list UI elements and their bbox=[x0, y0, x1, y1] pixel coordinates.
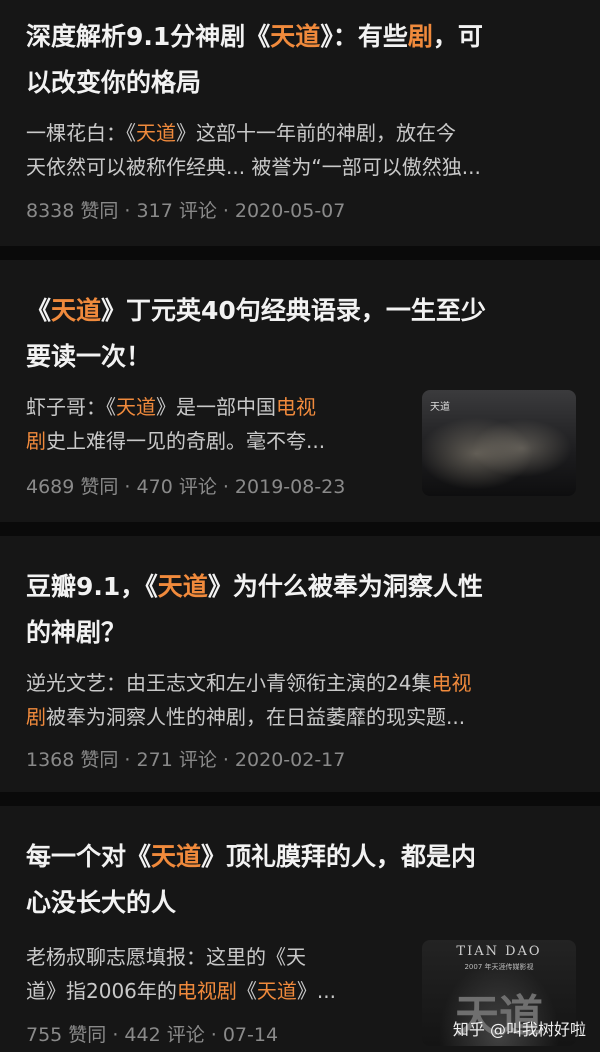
answer-title[interactable]: 每一个对《天道》顶礼膜拜的人，都是内 心没长大的人 bbox=[26, 834, 578, 926]
answer-meta: 755 赞同 · 442 评论 · 07-14 bbox=[26, 1024, 279, 1046]
text-segment: 老杨叔聊志愿填报：这里的《天 bbox=[26, 945, 306, 969]
excerpt-line: 一棵花白：《天道》这部十一年前的神剧，放在今 bbox=[26, 116, 578, 150]
answer-meta: 1368 赞同 · 271 评论 · 2020-02-17 bbox=[26, 749, 346, 771]
highlight-keyword: 天道 bbox=[136, 121, 176, 145]
text-segment: 一棵花白：《 bbox=[26, 121, 136, 145]
answer-card[interactable]: 深度解析9.1分神剧《天道》：有些剧，可 以改变你的格局 一棵花白：《天道》这部… bbox=[0, 0, 600, 246]
excerpt-line: 天依然可以被称作经典... 被誉为“一部可以傲然独... bbox=[26, 150, 578, 184]
title-line: 《天道》丁元英40句经典语录，一生至少 bbox=[26, 288, 578, 334]
thumbnail-subcaption: 2007 年天涯传媒影视 bbox=[464, 963, 534, 971]
highlight-keyword: 天道 bbox=[256, 979, 297, 1003]
answer-meta: 8338 赞同 · 317 评论 · 2020-05-07 bbox=[26, 200, 346, 222]
answer-excerpt: 一棵花白：《天道》这部十一年前的神剧，放在今 天依然可以被称作经典... 被誉为… bbox=[26, 116, 578, 184]
text-segment: 道》指2006年的 bbox=[26, 979, 177, 1003]
text-segment: 要读一次！ bbox=[26, 342, 152, 371]
title-line: 以改变你的格局 bbox=[26, 60, 578, 106]
highlight-keyword: 剧 bbox=[407, 22, 433, 51]
text-segment: 天依然可以被称作经典... 被誉为“一部可以傲然独... bbox=[26, 155, 481, 179]
title-line: 深度解析9.1分神剧《天道》：有些剧，可 bbox=[26, 14, 578, 60]
highlight-keyword: 天道 bbox=[270, 22, 321, 51]
text-segment: 以改变你的格局 bbox=[26, 68, 202, 97]
answer-excerpt: 虾子哥：《天道》是一部中国电视 剧史上难得一见的奇剧。毫不夸... bbox=[26, 390, 410, 458]
text-segment: 》丁元英40句经典语录，一生至少 bbox=[101, 296, 486, 325]
card-divider bbox=[0, 792, 600, 806]
text-segment: 》是一部中国 bbox=[156, 395, 276, 419]
text-segment: 》这部十一年前的神剧，放在今 bbox=[176, 121, 456, 145]
text-segment: 《 bbox=[236, 979, 257, 1003]
text-segment: 《 bbox=[26, 296, 52, 325]
answer-title[interactable]: 豆瓣9.1，《天道》为什么被奉为洞察人性 的神剧？ bbox=[26, 564, 578, 656]
text-segment: 心没长大的人 bbox=[26, 888, 177, 917]
text-segment: 》顶礼膜拜的人，都是内 bbox=[201, 842, 477, 871]
highlight-keyword: 剧 bbox=[26, 705, 46, 729]
text-segment: 被奉为洞察人性的神剧，在日益萎靡的现实题... bbox=[46, 705, 466, 729]
title-line: 豆瓣9.1，《天道》为什么被奉为洞察人性 bbox=[26, 564, 578, 610]
highlight-keyword: 天道 bbox=[151, 842, 202, 871]
text-segment: 每一个对《 bbox=[26, 842, 152, 871]
excerpt-line: 老杨叔聊志愿填报：这里的《天 bbox=[26, 940, 410, 974]
text-segment: 》：有些 bbox=[320, 22, 408, 51]
answer-title[interactable]: 《天道》丁元英40句经典语录，一生至少 要读一次！ bbox=[26, 288, 578, 380]
answer-excerpt: 逆光文艺：由王志文和左小青领衔主演的24集电视 剧被奉为洞察人性的神剧，在日益萎… bbox=[26, 666, 578, 734]
card-divider bbox=[0, 246, 600, 260]
text-segment: 深度解析9.1分神剧《 bbox=[26, 22, 271, 51]
highlight-keyword: 剧 bbox=[26, 429, 46, 453]
card-divider bbox=[0, 522, 600, 536]
answer-card[interactable]: 《天道》丁元英40句经典语录，一生至少 要读一次！ 虾子哥：《天道》是一部中国电… bbox=[0, 260, 600, 522]
text-segment: 》为什么被奉为洞察人性 bbox=[207, 572, 483, 601]
highlight-keyword: 天道 bbox=[157, 572, 208, 601]
title-line: 要读一次！ bbox=[26, 334, 578, 380]
answer-excerpt: 老杨叔聊志愿填报：这里的《天 道》指2006年的电视剧《天道》... bbox=[26, 940, 410, 1008]
text-segment: 》... bbox=[296, 979, 336, 1003]
excerpt-line: 剧被奉为洞察人性的神剧，在日益萎靡的现实题... bbox=[26, 700, 578, 734]
title-line: 心没长大的人 bbox=[26, 880, 578, 926]
text-segment: 豆瓣9.1，《 bbox=[26, 572, 158, 601]
text-segment: 逆光文艺：由王志文和左小青领衔主演的24集 bbox=[26, 671, 432, 695]
text-segment: ，可 bbox=[432, 22, 483, 51]
excerpt-line: 剧史上难得一见的奇剧。毫不夸... bbox=[26, 424, 410, 458]
text-segment: 的神剧？ bbox=[26, 618, 127, 647]
highlight-keyword: 天道 bbox=[51, 296, 102, 325]
highlight-keyword: 电视 bbox=[431, 671, 472, 695]
excerpt-line: 逆光文艺：由王志文和左小青领衔主演的24集电视 bbox=[26, 666, 578, 700]
text-segment: 史上难得一见的奇剧。毫不夸... bbox=[46, 429, 326, 453]
answer-meta: 4689 赞同 · 470 评论 · 2019-08-23 bbox=[26, 476, 346, 498]
title-line: 的神剧？ bbox=[26, 610, 578, 656]
text-segment: 虾子哥：《 bbox=[26, 395, 116, 419]
highlight-keyword: 天道 bbox=[116, 395, 156, 419]
thumbnail-caption: 天道 bbox=[430, 402, 450, 413]
excerpt-line: 道》指2006年的电视剧《天道》... bbox=[26, 974, 410, 1008]
answer-title[interactable]: 深度解析9.1分神剧《天道》：有些剧，可 以改变你的格局 bbox=[26, 14, 578, 106]
answer-thumbnail[interactable]: 天道 bbox=[422, 390, 576, 496]
thumbnail-caption: TIAN DAO bbox=[456, 944, 542, 959]
zhihu-watermark: 知乎 @叫我树好啦 bbox=[452, 1020, 586, 1039]
highlight-keyword: 电视 bbox=[276, 395, 316, 419]
title-line: 每一个对《天道》顶礼膜拜的人，都是内 bbox=[26, 834, 578, 880]
answer-card[interactable]: 豆瓣9.1，《天道》为什么被奉为洞察人性 的神剧？ 逆光文艺：由王志文和左小青领… bbox=[0, 536, 600, 792]
highlight-keyword: 电视剧 bbox=[176, 979, 237, 1003]
excerpt-line: 虾子哥：《天道》是一部中国电视 bbox=[26, 390, 410, 424]
